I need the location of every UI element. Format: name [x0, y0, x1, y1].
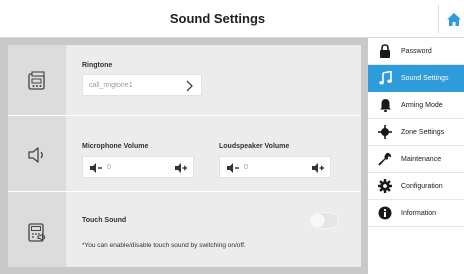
sidebar-item-label: Configuration: [401, 183, 443, 190]
speaker-icon: [22, 140, 52, 170]
touch-sound-label: Touch Sound: [82, 217, 127, 224]
page-title: Sound Settings: [169, 11, 266, 26]
volume-up-icon[interactable]: [175, 163, 187, 173]
sidebar-item-label: Zone Settings: [401, 129, 445, 136]
sidebar-item-zone-settings[interactable]: Zone Settings: [368, 119, 464, 146]
sidebar-item-arming-mode[interactable]: Arming Mode: [368, 92, 464, 119]
home-icon: [446, 12, 461, 26]
sidebar-item-maintenance[interactable]: Maintenance: [368, 146, 464, 173]
microphone-volume-value: 0: [107, 164, 111, 171]
sidebar-item-password[interactable]: Password: [368, 38, 464, 65]
ringtone-label: Ringtone: [82, 62, 113, 69]
bell-icon: [378, 98, 392, 112]
touch-sound-toggle[interactable]: [309, 212, 339, 229]
touch-sound-hint: *You can enable/disable touch sound by s…: [82, 242, 246, 249]
sidebar-item-sound-settings[interactable]: Sound Settings: [368, 65, 464, 92]
ringtone-select[interactable]: call_ringtone1: [82, 74, 202, 96]
sidebar-item-label: Maintenance: [401, 156, 442, 163]
ringtone-icon: [22, 66, 52, 96]
lock-icon: [378, 44, 392, 58]
toggle-knob: [310, 213, 325, 228]
sidebar-item-label: Arming Mode: [401, 102, 443, 109]
row-divider: [8, 191, 361, 192]
loudspeaker-volume-label: Loudspeaker Volume: [219, 143, 290, 150]
home-button[interactable]: [438, 5, 464, 33]
volume-down-icon[interactable]: [227, 163, 239, 173]
ringtone-value: call_ringtone1: [89, 82, 133, 89]
microphone-volume-stepper: 0: [82, 156, 194, 178]
wrench-icon: [378, 152, 392, 166]
zone-icon: [378, 125, 392, 139]
info-icon: [378, 206, 392, 220]
volume-up-icon[interactable]: [312, 163, 324, 173]
music-note-icon: [378, 71, 392, 85]
title-bar: Sound Settings: [0, 0, 464, 38]
sidebar-item-label: Password: [401, 48, 432, 55]
loudspeaker-volume-stepper: 0: [219, 156, 331, 178]
volume-down-icon[interactable]: [90, 163, 102, 173]
settings-panel: Ringtone call_ringtone1 Microphone Volum…: [8, 45, 361, 267]
sidebar-item-configuration[interactable]: Configuration: [368, 173, 464, 200]
chevron-right-icon: [186, 80, 193, 92]
sidebar-item-label: Sound Settings: [401, 75, 449, 82]
sidebar-item-information[interactable]: Information: [368, 200, 464, 227]
sidebar-item-label: Information: [401, 210, 437, 217]
microphone-volume-label: Microphone Volume: [82, 143, 149, 150]
gear-icon: [378, 179, 392, 193]
loudspeaker-volume-value: 0: [244, 164, 248, 171]
sidebar: Password Sound Settings Arming Mode Zone…: [368, 38, 464, 274]
touch-sound-icon: [22, 217, 52, 247]
main-content: Ringtone call_ringtone1 Microphone Volum…: [0, 38, 368, 274]
row-divider: [8, 115, 361, 116]
